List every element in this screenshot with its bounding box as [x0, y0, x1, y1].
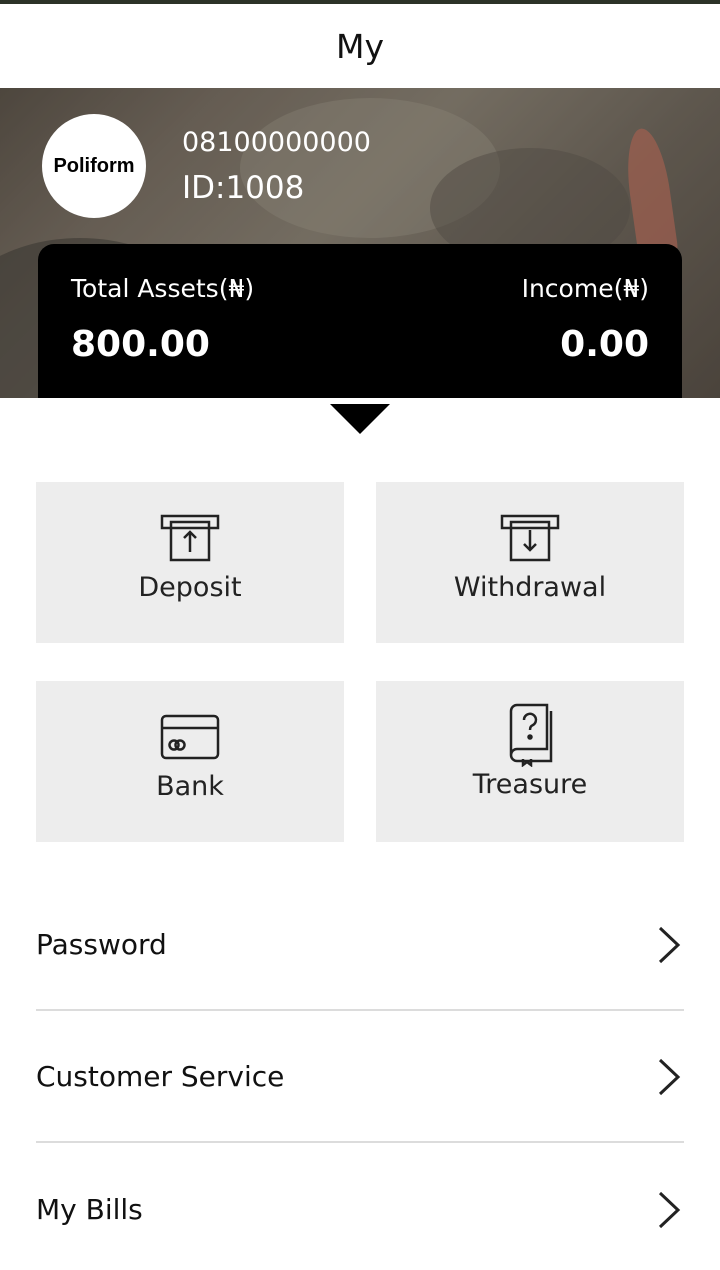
- chevron-right-icon: [658, 1058, 681, 1095]
- user-phone: 08100000000: [182, 127, 371, 158]
- chevron-right-icon: [658, 926, 681, 963]
- chevron-right-icon: [658, 1191, 681, 1228]
- menu-item-my-bills[interactable]: My Bills: [36, 1144, 684, 1270]
- page-title: My: [335, 26, 384, 66]
- menu-item-password[interactable]: Password: [36, 880, 684, 1011]
- user-id: ID:1008: [182, 170, 305, 206]
- app-header: My: [0, 4, 720, 88]
- deposit-label: Deposit: [138, 572, 242, 603]
- assets-card: Total Assets(₦) 800.00 Income(₦) 0.00: [38, 244, 682, 398]
- withdrawal-icon: [500, 514, 560, 564]
- bank-button[interactable]: Bank: [36, 681, 344, 842]
- menu-item-label: Customer Service: [36, 1060, 285, 1093]
- card-pointer-icon: [330, 404, 390, 434]
- total-assets-value: 800.00: [71, 324, 210, 365]
- treasure-book-icon: [500, 703, 560, 767]
- income-value: 0.00: [560, 324, 649, 365]
- income-label: Income(₦): [521, 274, 649, 303]
- withdrawal-label: Withdrawal: [453, 572, 607, 603]
- treasure-button[interactable]: Treasure: [376, 681, 684, 842]
- withdrawal-button[interactable]: Withdrawal: [376, 482, 684, 643]
- deposit-button[interactable]: Deposit: [36, 482, 344, 643]
- bank-card-icon: [160, 713, 220, 763]
- bank-label: Bank: [156, 771, 224, 802]
- treasure-label: Treasure: [472, 769, 588, 800]
- deposit-icon: [160, 514, 220, 564]
- menu-item-label: Password: [36, 928, 167, 961]
- total-assets-label: Total Assets(₦): [71, 274, 255, 303]
- menu-item-customer-service[interactable]: Customer Service: [36, 1012, 684, 1143]
- menu-item-label: My Bills: [36, 1193, 143, 1226]
- avatar-logo-text: Poliform: [53, 154, 135, 177]
- avatar[interactable]: Poliform: [42, 114, 146, 218]
